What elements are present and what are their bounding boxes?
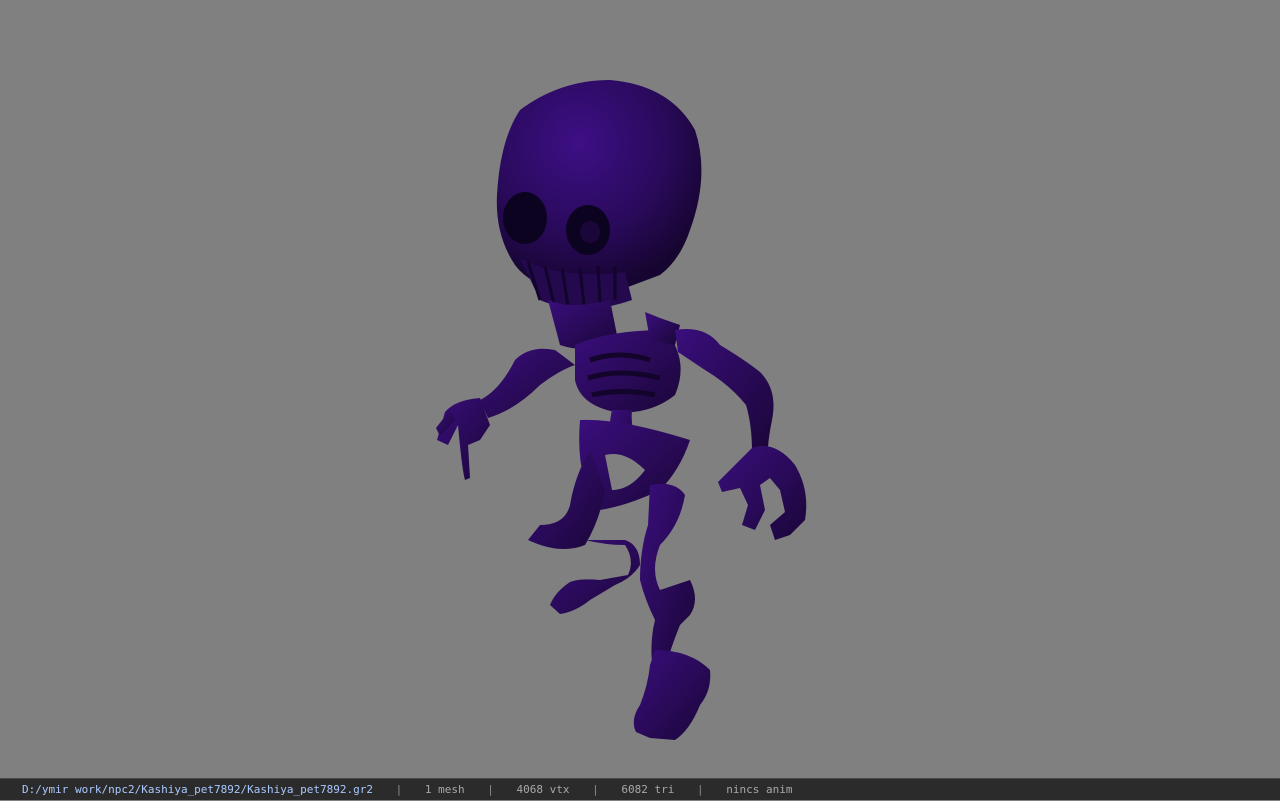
vertex-count: 4068 vtx [516,783,570,796]
right-leg [633,483,711,740]
separator: | [395,783,403,796]
separator: | [696,783,704,796]
file-path: D:/ymir work/npc2/Kashiya_pet7892/Kashiy… [22,783,373,796]
skull [496,80,702,309]
left-arm [436,348,575,480]
right-arm [675,329,807,540]
skeleton-model[interactable] [0,0,1280,778]
separator: | [592,783,599,796]
status-bar: D:/ymir work/npc2/Kashiya_pet7892/Kashiy… [0,778,1280,800]
triangle-count: 6082 tri [621,783,675,796]
animation-status: nincs anim [726,783,793,796]
separator: | [487,783,494,796]
mesh-count: 1 mesh [424,783,465,796]
torso [548,300,690,510]
3d-viewport[interactable] [0,0,1280,778]
